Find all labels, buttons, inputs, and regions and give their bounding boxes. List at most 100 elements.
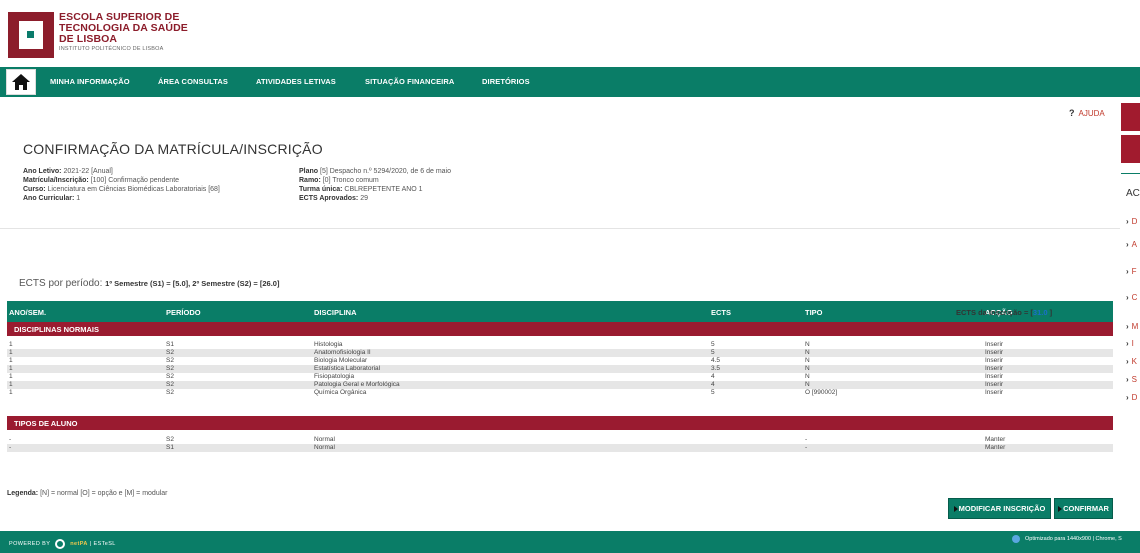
chevron-right-icon: ›	[1126, 322, 1129, 331]
row-tipo: N	[805, 349, 810, 356]
info-label: Ano Letivo:	[23, 168, 62, 175]
help-label: AJUDA	[1078, 109, 1105, 118]
side-link[interactable]: › S	[1126, 375, 1137, 384]
row-periodo: S2	[166, 365, 174, 372]
footer: POWERED BY netPA | ESTeSL Optimizado par…	[0, 531, 1140, 553]
info-value: [5] Despacho n.º 5294/2020, de 6 de maio	[320, 168, 451, 175]
row-ano-sem: 1	[9, 341, 13, 348]
row-accao[interactable]: Inserir	[985, 381, 1003, 389]
netpa-link[interactable]: netPA	[70, 541, 87, 547]
chevron-right-icon: ›	[1126, 240, 1129, 249]
row-ano-sem: -	[9, 436, 12, 443]
table-row: 1 S1 Histologia 5 N Inserir	[7, 341, 1113, 349]
row-periodo: S1	[166, 444, 174, 451]
row-accao[interactable]: Manter	[985, 444, 1005, 452]
row-disciplina: Normal	[314, 436, 335, 443]
row-disciplina: Fisiopatologia	[314, 373, 355, 380]
help-icon: ?	[1069, 108, 1075, 118]
row-ano-sem: 1	[9, 381, 13, 388]
row-periodo: S2	[166, 381, 174, 388]
info-label: Curso:	[23, 186, 46, 193]
chevron-right-icon: ›	[1126, 357, 1129, 366]
nav-situacao-financeira[interactable]: SITUAÇÃO FINANCEIRA	[365, 77, 454, 86]
chevron-right-icon: ›	[1126, 217, 1129, 226]
row-accao[interactable]: Inserir	[985, 365, 1003, 373]
info-label: Turma única:	[299, 186, 343, 193]
row-tipo: N	[805, 365, 810, 372]
netpa-logo-icon	[55, 539, 66, 549]
table-row: - S1 Normal - Manter	[7, 444, 1113, 452]
enrollment-info-left: Ano Letivo: 2021-22 [Anual] Matrícula/In…	[23, 167, 220, 203]
home-icon	[12, 74, 30, 90]
row-ano-sem: 1	[9, 389, 13, 396]
row-accao[interactable]: Inserir	[985, 341, 1003, 349]
nav-diretorios[interactable]: DIRETÓRIOS	[482, 77, 530, 86]
confirm-button[interactable]: CONFIRMAR	[1054, 498, 1113, 519]
footer-org: | ESTeSL	[89, 541, 116, 547]
row-periodo: S2	[166, 373, 174, 380]
side-link[interactable]: › I	[1126, 339, 1134, 348]
optimized-note: Optimizado para 1440x900 | Chrome, S	[1012, 535, 1122, 543]
side-link[interactable]: › M	[1126, 322, 1138, 331]
nav-atividades-letivas[interactable]: ATIVIDADES LETIVAS	[256, 77, 336, 86]
powered-label: POWERED BY	[9, 541, 51, 547]
legend-label: Legenda:	[7, 490, 39, 497]
row-ects: 3.5	[711, 365, 721, 372]
row-disciplina: Normal	[314, 444, 335, 451]
arrow-right-icon	[953, 505, 958, 512]
arrow-right-icon	[1058, 505, 1063, 512]
chevron-right-icon: ›	[1126, 267, 1129, 276]
row-disciplina: Anatomofisiologia II	[314, 349, 371, 356]
side-link[interactable]: › D	[1126, 393, 1137, 402]
row-periodo: S1	[166, 341, 174, 348]
row-ects: 4	[711, 373, 715, 380]
home-button[interactable]	[6, 69, 36, 95]
modify-inscription-button[interactable]: MODIFICAR INSCRIÇÃO	[948, 498, 1051, 519]
section-divider	[0, 228, 1120, 229]
nav-area-consultas[interactable]: ÁREA CONSULTAS	[158, 77, 228, 86]
info-label: Ano Curricular:	[23, 195, 75, 202]
side-link[interactable]: › K	[1126, 357, 1137, 366]
chevron-right-icon: ›	[1126, 293, 1129, 302]
legend: Legenda: [N] = normal [O] = opção e [M] …	[7, 490, 168, 497]
help-link[interactable]: ? AJUDA	[1069, 108, 1105, 118]
row-periodo: S2	[166, 357, 174, 364]
page-title: CONFIRMAÇÃO DA MATRÍCULA/INSCRIÇÃO	[23, 141, 323, 157]
row-ano-sem: 1	[9, 349, 13, 356]
side-link[interactable]: › D	[1126, 217, 1137, 226]
row-accao[interactable]: Manter	[985, 436, 1005, 444]
group-disciplinas-normais: DISCIPLINAS NORMAIS	[7, 322, 1113, 336]
side-action-block-1[interactable]	[1121, 103, 1140, 131]
info-value: 29	[360, 195, 368, 202]
main-nav: MINHA INFORMAÇÃO ÁREA CONSULTAS ATIVIDAD…	[0, 67, 1140, 97]
school-subtitle: INSTITUTO POLITÉCNICO DE LISBOA	[59, 46, 164, 52]
row-tipo: O [990002]	[805, 389, 838, 396]
side-action-block-2[interactable]	[1121, 135, 1140, 163]
table-row: 1 S2 Patologia Geral e Morfológica 4 N Inseri…	[7, 381, 1113, 389]
nav-minha-informacao[interactable]: MINHA INFORMAÇÃO	[50, 77, 130, 86]
side-link[interactable]: › C	[1126, 293, 1137, 302]
row-tipo: -	[805, 436, 808, 443]
side-link[interactable]: › F	[1126, 267, 1137, 276]
row-accao[interactable]: Inserir	[985, 357, 1003, 365]
row-accao[interactable]: Inserir	[985, 349, 1003, 357]
row-ano-sem: -	[9, 444, 12, 451]
logo-mark	[8, 12, 54, 58]
row-periodo: S2	[166, 349, 174, 356]
ects-period-detail: 1º Semestre (S1) = [5.0], 2º Semestre (S…	[105, 279, 280, 288]
row-accao[interactable]: Inserir	[985, 389, 1003, 397]
info-value: [100] Confirmação pendente	[90, 177, 180, 184]
powered-by: POWERED BY netPA | ESTeSL	[9, 539, 116, 549]
info-value: [0] Tronco comum	[322, 177, 379, 184]
row-ano-sem: 1	[9, 373, 13, 380]
row-ano-sem: 1	[9, 365, 13, 372]
side-link[interactable]: › A	[1126, 240, 1137, 249]
info-label: ECTS Aprovados:	[299, 195, 359, 202]
ects-period-label: ECTS por período:	[19, 278, 103, 289]
row-tipo: N	[805, 373, 810, 380]
row-ano-sem: 1	[9, 357, 13, 364]
chevron-right-icon: ›	[1126, 393, 1129, 402]
globe-icon	[1012, 535, 1020, 543]
table-body: DISCIPLINAS NORMAIS TIPOS DE ALUNO 1 S1 Hi…	[7, 301, 1113, 461]
row-accao[interactable]: Inserir	[985, 373, 1003, 381]
